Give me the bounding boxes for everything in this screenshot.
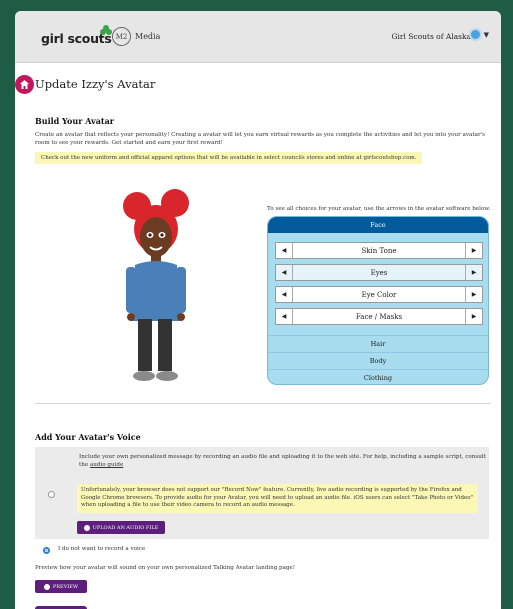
upload-instructions-text: Include your own personalized message by… [79,454,486,468]
preview-button[interactable]: PREVIEW [35,580,87,593]
section-divider [35,403,491,404]
upload-radio[interactable] [48,491,55,498]
arrow-left-icon[interactable]: ◀ [276,265,293,280]
tab-body[interactable]: Body [268,352,488,368]
upload-audio-label: UPLOAD AN AUDIO FILE [92,524,159,531]
arrow-left-icon[interactable]: ◀ [276,309,293,324]
tab-face[interactable]: Face [268,217,488,233]
upload-option-box: Include your own personalized message by… [35,447,489,539]
arrow-right-icon[interactable]: ▶ [465,243,482,258]
arrow-right-icon[interactable]: ▶ [465,287,482,302]
build-heading: Build Your Avatar [35,116,115,126]
tab-hair[interactable]: Hair [268,335,488,351]
apparel-note: Check out the new uniform and official a… [35,152,423,164]
site-header: girl scouts M2 Media Girl Scouts of Alas… [15,11,501,63]
option-eyes: ◀ Eyes ▶ [275,264,483,281]
preview-text: Preview how your avatar will sound on yo… [35,565,296,571]
option-label: Skin Tone [361,246,397,255]
play-icon [43,583,50,590]
page-frame: girl scouts M2 Media Girl Scouts of Alas… [15,11,501,609]
arrow-left-icon[interactable]: ◀ [276,243,293,258]
arrow-left-icon[interactable]: ◀ [276,287,293,302]
option-eye-color: ◀ Eye Color ▶ [275,286,483,303]
editor-instructions: To see all choices for your avatar, use … [267,206,491,212]
home-icon[interactable] [15,75,34,94]
page-title: Update Izzy's Avatar [35,77,156,91]
clover-icon [100,25,112,35]
option-label: Eye Color [361,290,397,299]
voice-heading: Add Your Avatar's Voice [35,432,141,442]
upload-instructions: Include your own personalized message by… [79,453,489,469]
arrow-right-icon[interactable]: ▶ [465,309,482,324]
chevron-down-icon: ▼ [483,30,489,39]
arrow-right-icon[interactable]: ▶ [465,265,482,280]
upload-audio-button[interactable]: UPLOAD AN AUDIO FILE [77,521,165,534]
council-name: Girl Scouts of Alaska [391,32,471,41]
option-skin-tone: ◀ Skin Tone ▶ [275,242,483,259]
avatar-character [123,189,189,381]
audio-guide-link[interactable]: audio guide [90,462,123,468]
my-media-label: Media [135,32,161,41]
option-face-masks: ◀ Face / Masks ▶ [275,308,483,325]
option-label: Eyes [370,268,388,277]
avatar-editor-panel: Face ◀ Skin Tone ▶ ◀ Eyes ▶ ◀ Eye Color … [267,216,489,385]
tab-clothing[interactable]: Clothing [268,369,488,384]
build-intro: Create an avatar that reflects your pers… [35,132,486,146]
my-media-link[interactable]: M2 Media [112,27,160,46]
no-voice-label: I do not want to record a voice [58,546,146,552]
my-media-badge: M2 [112,27,131,46]
preview-label: PREVIEW [52,583,79,590]
option-label: Face / Masks [355,312,403,321]
avatar-icon [468,28,482,41]
browser-warning: Unfortunately, your browser does not sup… [77,484,478,513]
upload-icon [83,524,90,531]
user-menu[interactable]: ▼ [468,28,489,41]
no-voice-radio[interactable] [43,547,50,554]
